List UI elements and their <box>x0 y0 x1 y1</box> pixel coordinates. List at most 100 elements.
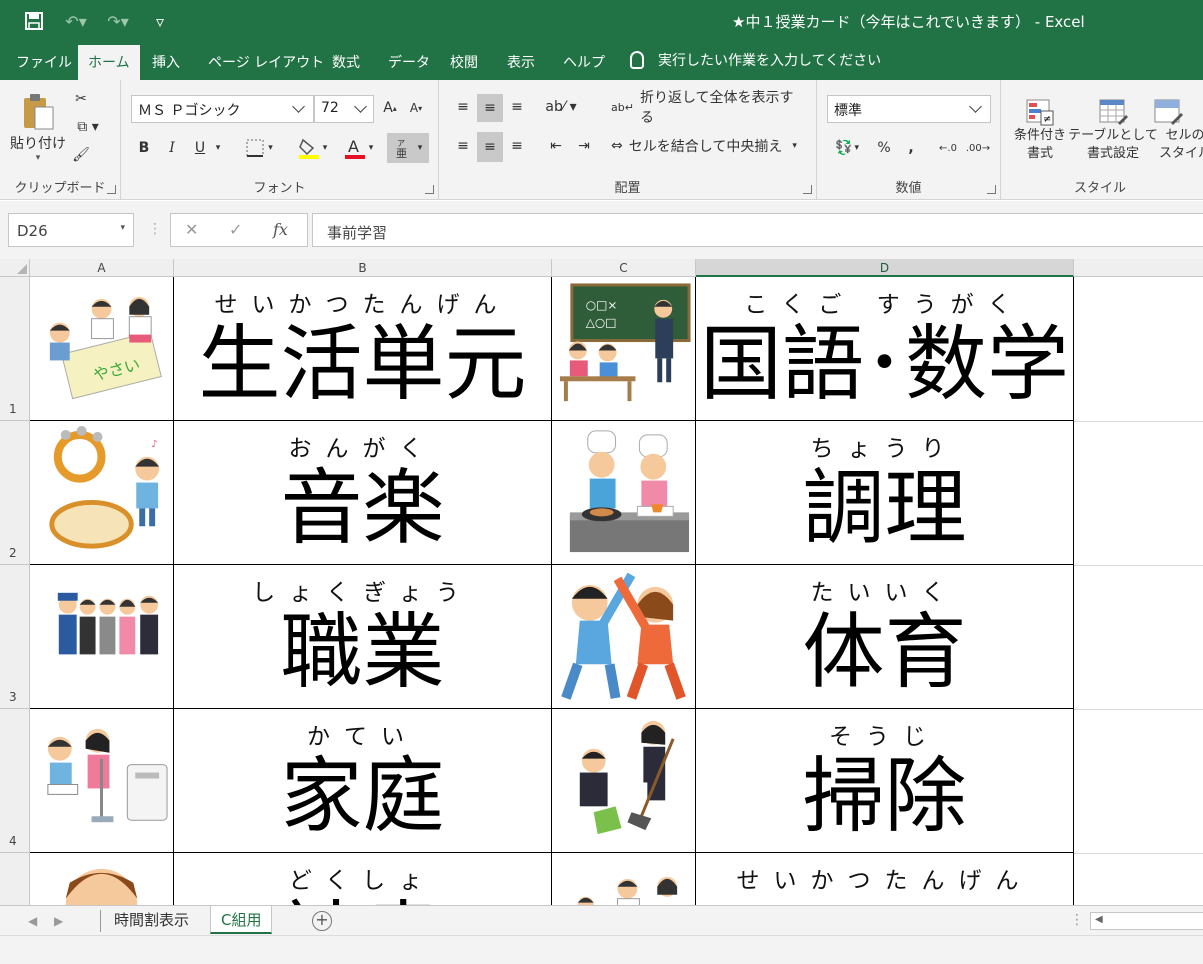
format-as-table-button[interactable]: テーブルとして 書式設定 <box>1068 88 1158 172</box>
decrease-font-size-icon[interactable]: A ▾ <box>405 96 427 120</box>
row-header-3[interactable]: 3 <box>0 565 30 709</box>
tab-formulas[interactable]: 数式 <box>332 52 360 72</box>
column-header-c[interactable]: C <box>552 259 696 277</box>
comma-button[interactable]: , <box>901 135 921 161</box>
paste-button[interactable]: 貼り付け ▾ <box>10 88 66 168</box>
fill-color-icon[interactable]: ▾ <box>291 133 333 163</box>
cell-d5[interactable]: せいかつたんげん <box>696 853 1074 909</box>
scroll-right-icon[interactable]: ▶ <box>54 914 63 928</box>
align-center-icon[interactable]: ≡ <box>477 132 503 162</box>
tab-home[interactable]: ホーム <box>78 45 140 80</box>
column-header-a[interactable]: A <box>30 259 174 277</box>
cell-b3[interactable]: しょくぎょう 職業 <box>174 565 552 709</box>
align-middle-icon[interactable]: ≡ <box>477 94 503 122</box>
row-header-2[interactable]: 2 <box>0 421 30 565</box>
increase-decimal-icon[interactable]: ←.0 <box>935 135 961 161</box>
tab-page-layout[interactable]: ページ レイアウト <box>208 52 324 72</box>
tab-data[interactable]: データ <box>388 52 430 72</box>
tell-me-box[interactable]: 実行したい作業を入力してください <box>630 50 881 70</box>
cell-d2[interactable]: ちょうり 調理 <box>696 421 1074 565</box>
bold-button[interactable]: B <box>133 135 155 161</box>
conditional-formatting-button[interactable]: ≠ 条件付き 書式 <box>1009 88 1071 172</box>
cancel-icon[interactable]: ✕ <box>185 220 198 239</box>
decrease-decimal-icon[interactable]: .00→ <box>965 135 991 161</box>
scroll-left-icon[interactable]: ◀ <box>28 914 37 928</box>
insert-function-icon[interactable]: fx <box>273 220 288 239</box>
column-header-b[interactable]: B <box>174 259 552 277</box>
cell-styles-button[interactable]: セルの スタイル <box>1153 88 1203 172</box>
font-name-dropdown[interactable]: ＭＳ Ｐゴシック <box>131 95 314 123</box>
number-launcher-icon[interactable] <box>987 185 996 194</box>
tab-file[interactable]: ファイル <box>16 52 72 72</box>
merge-center-button[interactable]: ⇔ セルを結合して中央揃え ▾ <box>611 132 811 160</box>
cut-icon[interactable]: ✂ <box>70 88 92 110</box>
number-format-dropdown[interactable]: 標準 <box>827 95 991 123</box>
increase-font-size-icon[interactable]: A ▴ <box>379 96 401 120</box>
redo-icon[interactable]: ↷▾ <box>104 10 132 32</box>
column-header-d[interactable]: D <box>696 259 1074 277</box>
cell-b1[interactable]: せいかつたんげん 生活単元 <box>174 277 552 421</box>
cell-d4[interactable]: そうじ 掃除 <box>696 709 1074 853</box>
underline-button[interactable]: U <box>189 135 211 161</box>
decrease-indent-icon[interactable]: ⇤ <box>543 132 569 160</box>
customize-toolbar-icon[interactable]: ▿ <box>146 10 174 32</box>
phonetic-guide-icon[interactable]: ア亜 ▾ <box>387 133 429 163</box>
undo-icon[interactable]: ↶▾ <box>62 10 90 32</box>
align-top-icon[interactable]: ≡ <box>451 94 475 120</box>
sheet-tab-class-c[interactable]: C組用 <box>210 906 273 934</box>
tab-view[interactable]: 表示 <box>507 52 535 72</box>
cell-c2-illustration[interactable] <box>552 421 696 565</box>
format-painter-icon[interactable]: 🖌 <box>70 144 92 166</box>
scroll-left-arrow-icon[interactable]: ◀ <box>1095 914 1103 925</box>
wrap-text-button[interactable]: ab↵ 折り返して全体を表示する <box>611 90 801 126</box>
tab-insert[interactable]: 挿入 <box>152 52 180 72</box>
cell-a1-illustration[interactable]: やさい <box>30 277 174 421</box>
orientation-icon[interactable]: ab⁄ ▾ <box>543 94 579 120</box>
horizontal-scrollbar[interactable]: ◀ <box>1090 912 1203 930</box>
chevron-down-icon <box>354 100 367 113</box>
name-box[interactable]: D26 ▾ <box>8 213 134 247</box>
font-size-dropdown[interactable]: 72 <box>314 95 374 123</box>
sheet-tab-timetable[interactable]: 時間割表示 <box>104 906 199 934</box>
select-all-button[interactable] <box>0 259 30 277</box>
splitter-handle-icon[interactable]: ⋮ <box>148 221 162 237</box>
percent-button[interactable]: % <box>873 135 895 161</box>
font-color-icon[interactable]: A ▾ <box>337 133 379 163</box>
cell-b5[interactable]: どくしょ 読書 <box>174 853 552 909</box>
font-launcher-icon[interactable] <box>425 185 434 194</box>
cell-d1[interactable]: こくご すうがく 国語･数学 <box>696 277 1074 421</box>
alignment-launcher-icon[interactable] <box>803 185 812 194</box>
cell-c1-illustration[interactable]: ○□× △○□ <box>552 277 696 421</box>
italic-button[interactable]: I <box>161 135 183 161</box>
cell-b4[interactable]: かてい 家庭 <box>174 709 552 853</box>
splitter-handle-icon[interactable]: ⋮ <box>1070 912 1084 928</box>
clipboard-launcher-icon[interactable] <box>107 185 116 194</box>
align-bottom-icon[interactable]: ≡ <box>505 94 529 120</box>
cell-a4-illustration[interactable] <box>30 709 174 853</box>
row-header-1[interactable]: 1 <box>0 277 30 421</box>
cell-d3[interactable]: たいいく 体育 <box>696 565 1074 709</box>
save-icon[interactable] <box>20 10 48 32</box>
add-sheet-icon[interactable]: + <box>312 911 332 931</box>
cell-a2-illustration[interactable]: ♪ <box>30 421 174 565</box>
cell-c5-illustration[interactable] <box>552 853 696 909</box>
underline-dropdown-icon[interactable]: ▾ <box>211 135 225 161</box>
cell-b2[interactable]: おんがく 音楽 <box>174 421 552 565</box>
enter-icon[interactable]: ✓ <box>229 220 242 239</box>
cell-a3-illustration[interactable] <box>30 565 174 709</box>
tab-review[interactable]: 校閲 <box>450 52 478 72</box>
cell-c3-illustration[interactable] <box>552 565 696 709</box>
tab-help[interactable]: ヘルプ <box>563 52 605 72</box>
row-header-4[interactable]: 4 <box>0 709 30 853</box>
formula-input[interactable]: 事前学習 <box>312 213 1203 247</box>
currency-icon[interactable]: 💱 ▾ <box>827 135 867 161</box>
align-left-icon[interactable]: ≡ <box>451 132 475 160</box>
borders-icon[interactable]: ▾ <box>239 135 279 161</box>
copy-icon[interactable]: ⧉ ▾ <box>70 116 106 138</box>
align-right-icon[interactable]: ≡ <box>505 132 529 160</box>
column-header-e[interactable] <box>1074 259 1203 277</box>
increase-indent-icon[interactable]: ⇥ <box>571 132 597 160</box>
cell-a5-illustration[interactable] <box>30 853 174 909</box>
row-header-5[interactable] <box>0 853 30 909</box>
cell-c4-illustration[interactable] <box>552 709 696 853</box>
